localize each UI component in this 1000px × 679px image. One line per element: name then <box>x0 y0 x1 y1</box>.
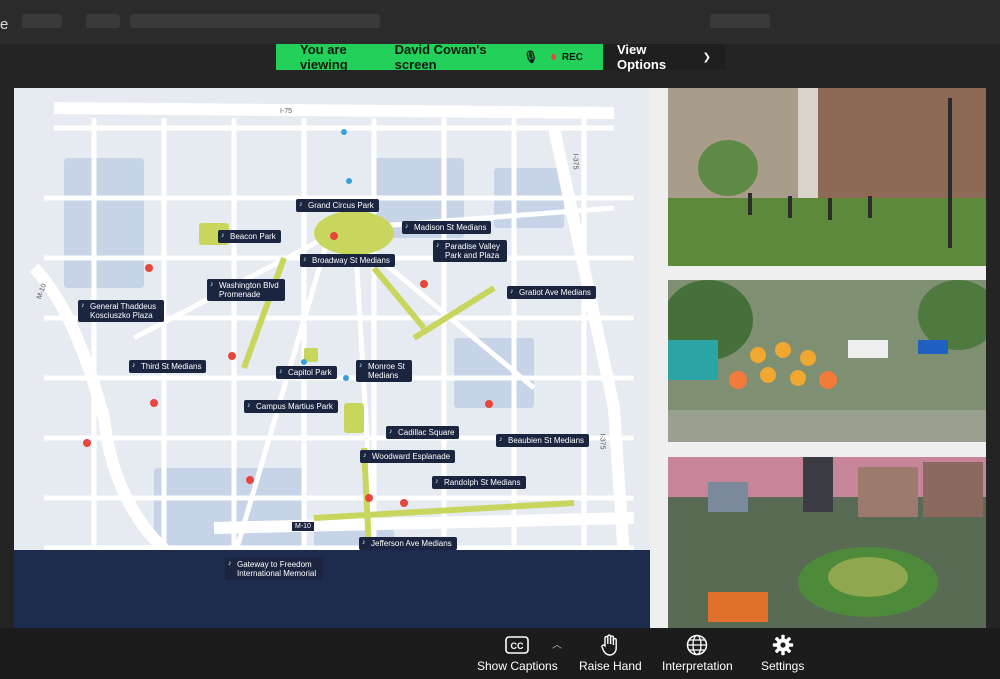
road-shield-i375-south: I-375 <box>598 433 606 450</box>
globe-icon <box>686 634 708 656</box>
map-label-kosciuszko-plaza[interactable]: General Thaddeus Kosciuszko Plaza <box>78 300 164 322</box>
chevron-down-icon: ❯ <box>702 51 711 63</box>
map-label-gratiot-ave-medians[interactable]: Gratiot Ave Medians <box>507 286 596 299</box>
photo-plaza-umbrellas <box>668 280 986 442</box>
raise-hand-button[interactable]: Raise Hand <box>579 634 642 673</box>
rec-label: REC <box>561 51 583 63</box>
map-label-madison-st-medians[interactable]: Madison St Medians <box>402 221 492 234</box>
blurred-title-segment <box>86 14 120 28</box>
meeting-controls-bar: CC Show Captions ︿ Raise Hand Interpreta… <box>0 628 1000 679</box>
map-label-capitol-park[interactable]: Capitol Park <box>276 366 337 379</box>
map-label-paradise-valley[interactable]: Paradise Valley Park and Plaza <box>433 240 507 262</box>
viewing-prefix: You are viewing <box>300 42 348 72</box>
map-label-beacon-park[interactable]: Beacon Park <box>218 230 281 243</box>
interpretation-button[interactable]: Interpretation <box>662 634 733 673</box>
blurred-title-segment <box>22 14 62 28</box>
hand-icon <box>600 634 620 656</box>
blurred-title-segment <box>710 14 770 28</box>
downtown-parks-map: Grand Circus Park Madison St Medians Bea… <box>14 88 650 628</box>
map-label-woodward-esplanade[interactable]: Woodward Esplanade <box>360 450 456 463</box>
map-label-campus-martius-park[interactable]: Campus Martius Park <box>244 400 338 413</box>
map-label-jefferson-ave-medians[interactable]: Jefferson Ave Medians <box>359 537 457 550</box>
shared-slide: Grand Circus Park Madison St Medians Bea… <box>14 88 986 628</box>
map-label-beaubien-st-medians[interactable]: Beaubien St Medians <box>496 434 590 447</box>
detroit-river <box>14 550 650 628</box>
interpretation-label: Interpretation <box>662 659 733 673</box>
photo-aerial-park-event <box>668 457 986 628</box>
map-label-monroe-st-medians[interactable]: Monroe St Medians <box>356 360 412 382</box>
photo-column <box>668 88 986 628</box>
map-label-randolph-st-medians[interactable]: Randolph St Medians <box>432 476 526 489</box>
road-shield-m10-south: M-10 <box>292 522 314 531</box>
photo-yoga-in-park <box>668 88 986 266</box>
gear-icon <box>772 634 794 656</box>
meeting-window: e You are viewing David Cowan's screen 🎙… <box>0 0 1000 679</box>
settings-label: Settings <box>761 659 805 673</box>
presenter-name: David Cowan's screen <box>394 42 487 72</box>
map-label-broadway-st-medians[interactable]: Broadway St Medians <box>300 254 395 267</box>
svg-text:CC: CC <box>511 641 524 651</box>
map-label-third-st-medians[interactable]: Third St Medians <box>129 360 207 373</box>
viewing-indicator: You are viewing David Cowan's screen 🎙 R… <box>276 42 603 72</box>
window-title-bar: e <box>0 0 1000 44</box>
map-label-grand-circus-park[interactable]: Grand Circus Park <box>296 199 379 212</box>
view-options-label: View Options <box>617 42 667 72</box>
title-fragment: e <box>0 16 9 33</box>
screen-share-banner: You are viewing David Cowan's screen 🎙 R… <box>276 42 725 72</box>
raise-hand-label: Raise Hand <box>579 659 642 673</box>
settings-button[interactable]: Settings <box>761 634 804 673</box>
captions-options-caret-icon[interactable]: ︿ <box>552 636 562 651</box>
show-captions-button[interactable]: CC Show Captions <box>477 634 558 673</box>
map-label-washington-blvd[interactable]: Washington Blvd Promenade <box>207 279 285 301</box>
map-streets <box>14 88 650 628</box>
blurred-title-segment <box>130 14 380 28</box>
cc-icon: CC <box>505 634 530 656</box>
road-shield-i75: I-75 <box>280 108 293 115</box>
map-label-gateway-to-freedom[interactable]: Gateway to Freedom International Memoria… <box>225 558 323 580</box>
show-captions-label: Show Captions <box>477 659 558 673</box>
map-label-cadillac-square[interactable]: Cadillac Square <box>386 426 460 439</box>
muted-mic-icon: 🎙 <box>523 50 539 64</box>
rec-dot-icon <box>550 54 556 60</box>
view-options-button[interactable]: View Options ❯ <box>603 42 725 72</box>
road-shield-i375-north: I-375 <box>571 153 579 170</box>
